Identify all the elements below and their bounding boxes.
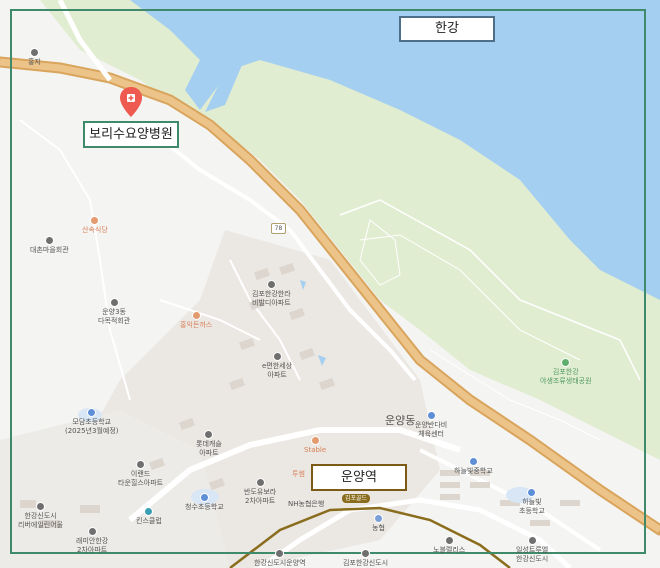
poi-label: 하늘빛 초등학교 (519, 498, 545, 515)
poi-label: 홍지 (28, 58, 41, 66)
poi-label: 래미안한강 2차아파트 (76, 537, 109, 554)
poi-eco-park[interactable]: 김포한강 야생조류생태공원 (540, 358, 592, 386)
poi-stable[interactable]: Stable (304, 436, 326, 455)
bank-icon (373, 514, 383, 523)
poi-hongji[interactable]: 홍지 (28, 48, 41, 67)
poi-noble-clinic[interactable]: 노블렐리스 (433, 536, 465, 555)
poi-label: 농협 (372, 524, 385, 532)
poi-banjae-2[interactable]: 반도유보라 2차아파트 (244, 478, 276, 506)
school-icon (468, 457, 478, 466)
poi-label: 노블렐리스 (433, 546, 466, 554)
cafe-icon (310, 436, 320, 445)
poi-label: 투썸 (292, 470, 305, 478)
area-unyang-dong: 운양동 (385, 414, 416, 427)
poi-label: 롯데캐슬 아파트 (196, 440, 222, 457)
poi-cheongsu-school[interactable]: 청수초등학교 (185, 493, 224, 512)
poi-label: NH농협은행 (288, 500, 325, 508)
apartment-icon (255, 478, 265, 487)
poi-modam-school[interactable]: 모담초등학교 (2025년3월예정) (65, 408, 119, 436)
apartment-icon (136, 460, 146, 469)
poi-nh-bank[interactable]: NH농협은행 (288, 500, 324, 509)
poi-label: 홍익돈까스 (180, 321, 213, 329)
han-river-label: 한강 (399, 16, 495, 42)
poi-label: 김포한강 야생조류생태공원 (540, 368, 592, 385)
poi-raeian-2[interactable]: 래미안한강 2차아파트 (76, 527, 108, 555)
poi-ilsung-true[interactable]: 일성트루엘 한강신도시 (516, 536, 548, 564)
poi-label: 킨스클럽 (136, 517, 162, 525)
school-icon (199, 493, 209, 502)
sports-icon (426, 411, 436, 420)
gold-line-chip: 김포골드 (342, 494, 371, 503)
poi-sports-center[interactable]: 운양반다비 체육센터 (415, 411, 447, 439)
poi-label: 모담초등학교 (2025년3월예정) (65, 418, 119, 435)
poi-sansog-sikdang[interactable]: 산속식당 (82, 216, 108, 235)
poi-label: 운양3동 다목적회관 (98, 308, 131, 325)
poi-unyang-station-bottom[interactable]: 한강신도시운양역 (254, 549, 306, 568)
poi-gimpo-hangang-bottom[interactable]: 김포한강신도시 (343, 549, 388, 568)
poi-label: 한강신도시 리버에일린어울 (18, 512, 64, 529)
poi-label: 김포한강한라 비발디아파트 (252, 290, 291, 307)
apartment-icon (361, 549, 371, 558)
poi-label: 대촌마을회관 (30, 246, 69, 254)
poi-kids-club[interactable]: 킨스클럽 (136, 507, 162, 526)
leisure-icon (144, 507, 154, 516)
poi-label: e편한세상 아파트 (262, 362, 293, 379)
poi-haneulbit-elem[interactable]: 하늘빛 초등학교 (519, 488, 545, 516)
poi-label: 이랜드 타운힐스아파트 (118, 470, 164, 487)
poi-label: 반도유보라 2차아파트 (244, 488, 277, 505)
poi-label: Stable (304, 446, 327, 454)
poi-daechon-maeul[interactable]: 대촌마을회관 (30, 236, 69, 255)
apartment-icon (272, 352, 282, 361)
school-icon (87, 408, 97, 417)
building-icon (44, 236, 54, 245)
hospital-pin-icon[interactable] (118, 86, 144, 118)
apartment-icon (527, 536, 537, 545)
apartment-icon (266, 280, 276, 289)
poi-haneulbit-middle[interactable]: 하늘빛중학교 (454, 457, 493, 476)
park-icon (561, 358, 571, 367)
school-icon (527, 488, 537, 497)
apartment-icon (275, 549, 285, 558)
hospital-label[interactable]: 보리수요양병원 (83, 121, 179, 148)
poi-label: 김포한강신도시 (343, 559, 389, 567)
poi-honggi-sonhwas[interactable]: 홍익돈까스 (180, 311, 212, 330)
poi-e-pyeonhan[interactable]: e편한세상 아파트 (262, 352, 292, 380)
restaurant-icon (90, 216, 100, 225)
poi-lotte-castle[interactable]: 롯데캐슬 아파트 (196, 430, 222, 458)
building-icon (109, 298, 119, 307)
route-78-shield: 78 (271, 223, 286, 234)
poi-riverside-apt[interactable]: 한강신도시 리버에일린어울 (18, 502, 63, 530)
poi-tuseom[interactable]: 투썸 (292, 470, 305, 479)
poi-unyang3-dong[interactable]: 운양3동 다목적회관 (98, 298, 130, 326)
restaurant-icon (191, 311, 201, 320)
poi-ilan-tower[interactable]: 이랜드 타운힐스아파트 (118, 460, 163, 488)
station-label[interactable]: 운양역 (311, 464, 407, 491)
poi-label: 한강신도시운양역 (254, 559, 306, 567)
poi-label: 청수초등학교 (185, 503, 224, 511)
poi-nonghyup[interactable]: 농협 (372, 514, 385, 533)
poi-hanra-villa[interactable]: 김포한강한라 비발디아파트 (252, 280, 291, 308)
poi-label: 하늘빛중학교 (454, 467, 493, 475)
apartment-icon (36, 502, 46, 511)
poi-label: 산속식당 (82, 226, 108, 234)
apartment-icon (444, 536, 454, 545)
poi-label: 일성트루엘 한강신도시 (516, 546, 549, 563)
poi-marker-icon (29, 48, 39, 57)
apartment-icon (204, 430, 214, 439)
apartment-icon (87, 527, 97, 536)
poi-label: 운양반다비 체육센터 (415, 421, 448, 438)
